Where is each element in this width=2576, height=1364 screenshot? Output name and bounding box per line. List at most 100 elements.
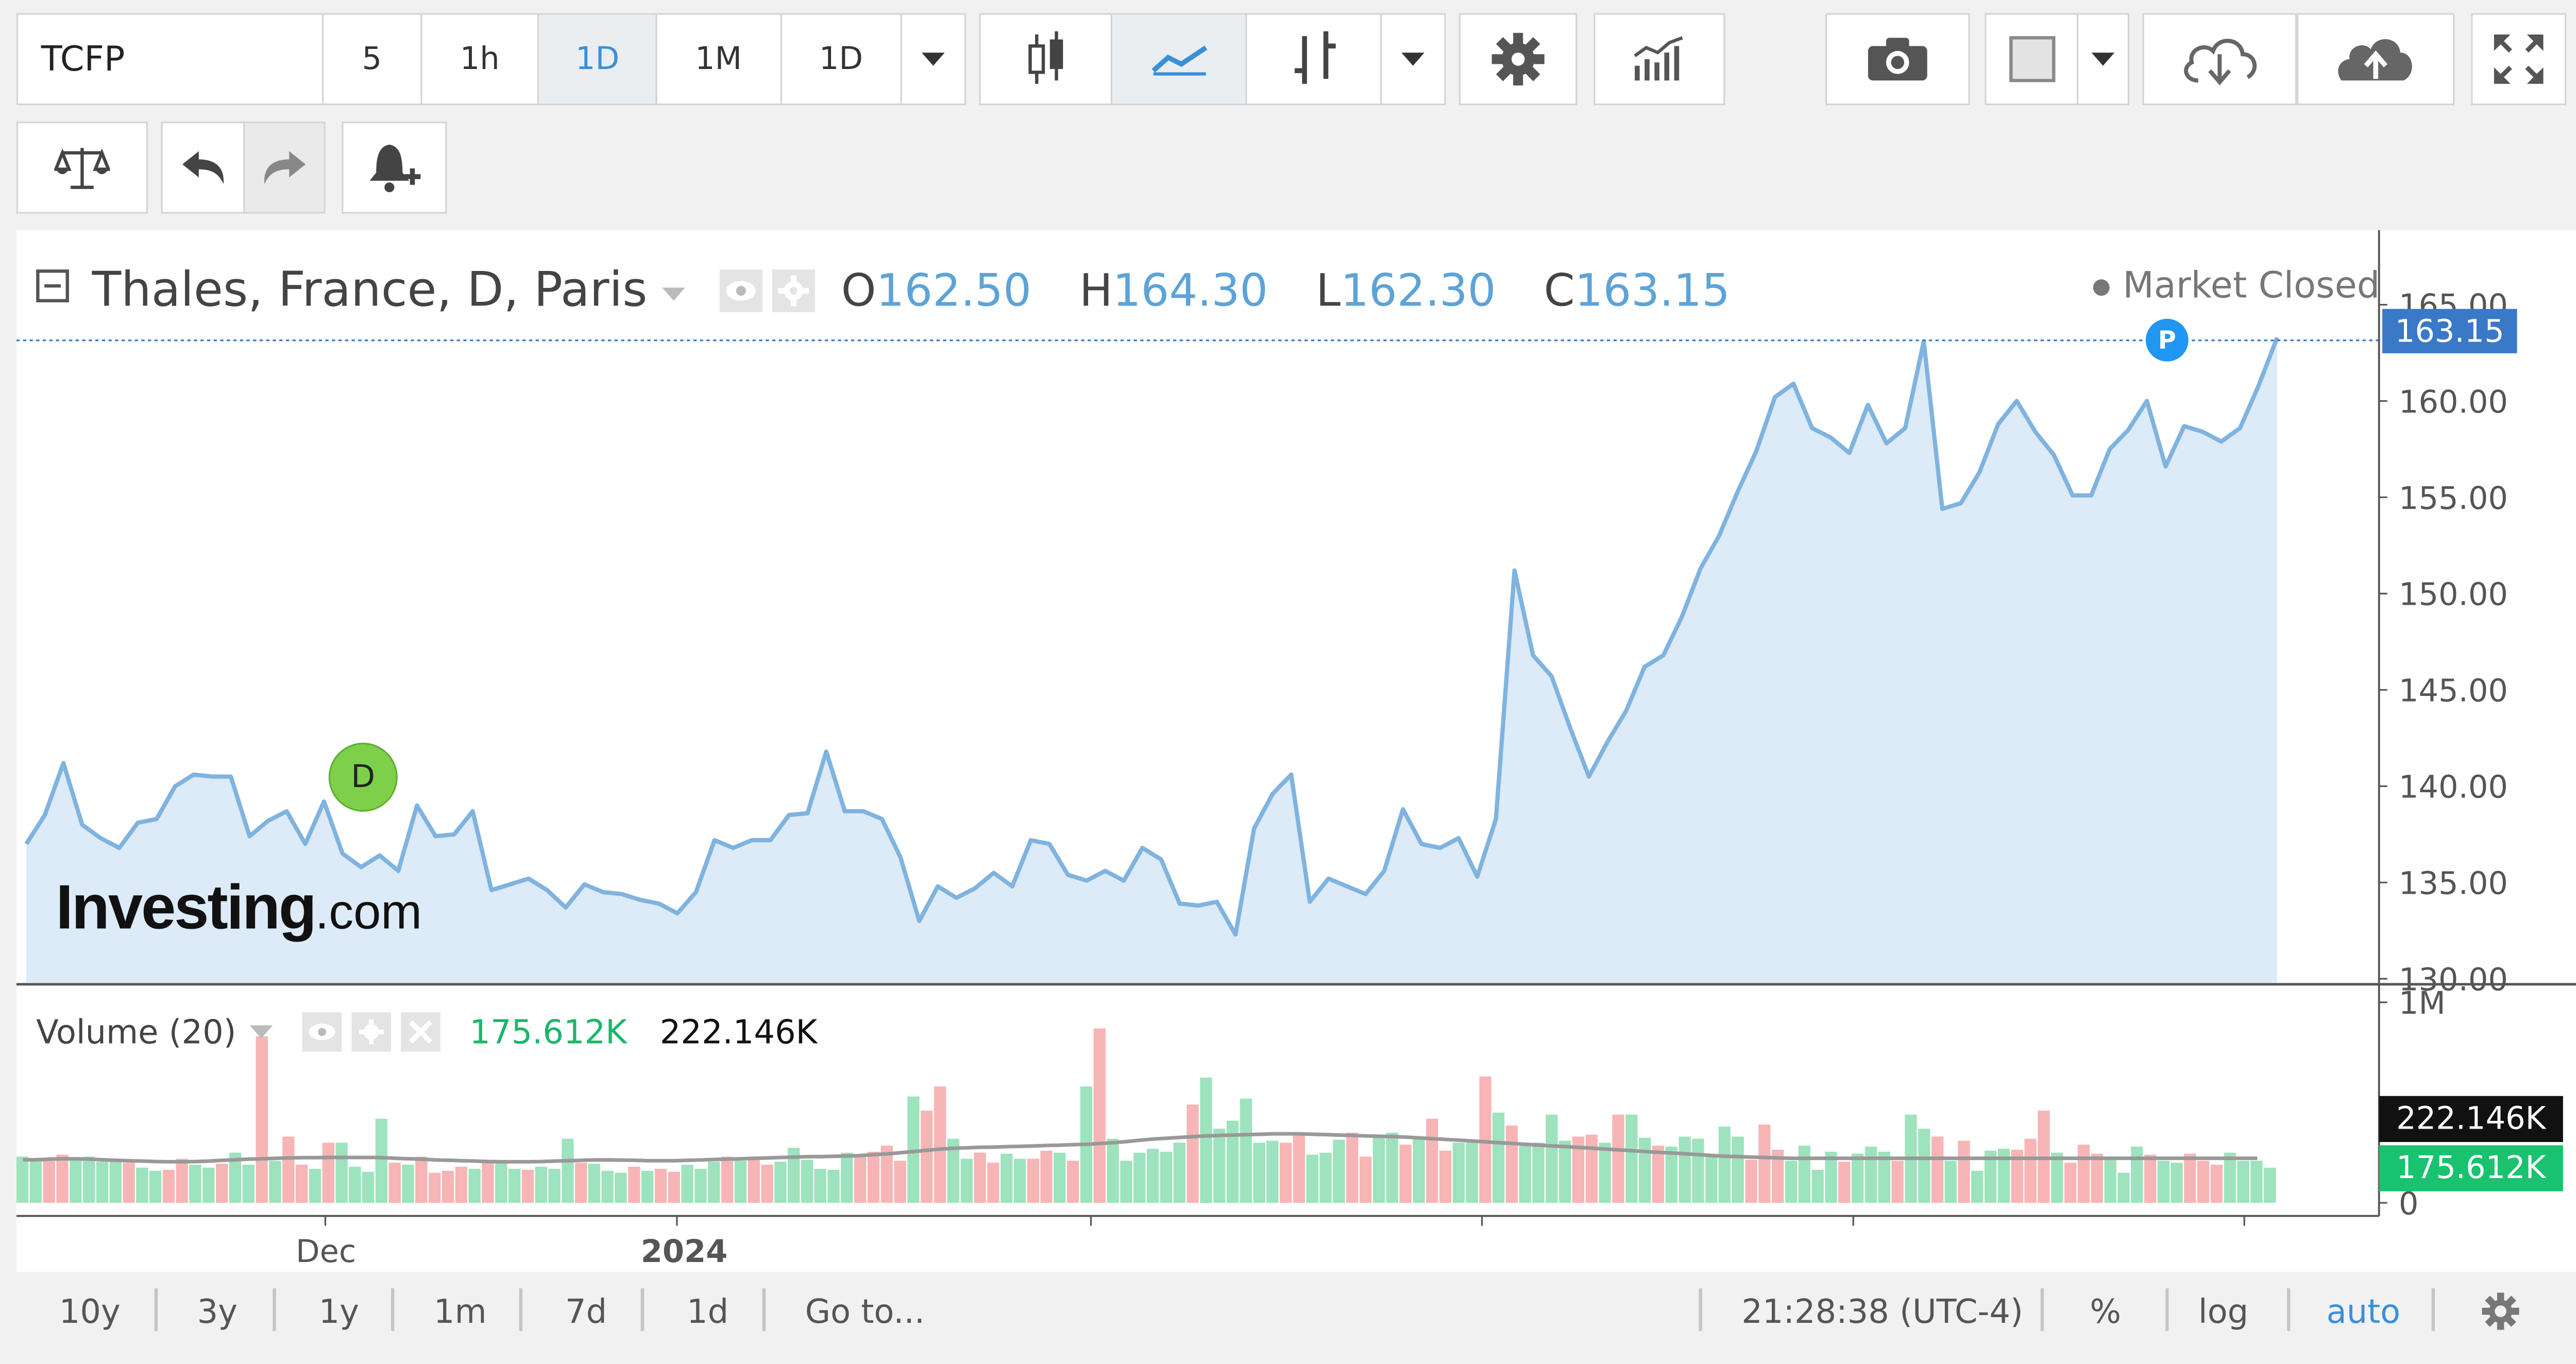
undo-button[interactable] — [163, 123, 245, 212]
market-status: Market Closed — [2093, 266, 2380, 308]
volume-bar — [388, 1163, 401, 1203]
volume-bar — [588, 1164, 600, 1203]
open-value: 162.50 — [876, 266, 1031, 317]
color-swatch-button[interactable] — [1987, 14, 2079, 104]
redo-icon — [264, 151, 306, 184]
volume-bar — [601, 1170, 614, 1203]
volume-bar — [1027, 1158, 1040, 1203]
volume-bar — [1625, 1114, 1638, 1203]
volume-bar — [362, 1171, 375, 1203]
save-chart-button[interactable] — [2297, 13, 2455, 106]
line-chart-button[interactable] — [1112, 14, 1247, 104]
candlestick-button[interactable] — [981, 14, 1112, 104]
volume-bar — [1798, 1146, 1810, 1203]
close-label: C — [1544, 266, 1575, 317]
chevron-down-icon[interactable] — [249, 1025, 273, 1039]
volume-bar — [654, 1169, 667, 1203]
volume-bar — [1944, 1161, 1957, 1203]
volume-bar — [1479, 1076, 1492, 1203]
range-1m[interactable]: 1m — [434, 1291, 487, 1331]
interval-1d-alt[interactable]: 1D — [782, 14, 903, 104]
interval-1d[interactable]: 1D — [539, 14, 657, 104]
chart-canvas[interactable]: 165.00160.00155.00150.00145.00140.00135.… — [16, 230, 2576, 1272]
volume-bar — [761, 1165, 773, 1203]
range-10y[interactable]: 10y — [59, 1291, 121, 1331]
high-label: H — [1079, 266, 1113, 317]
volume-bar — [2077, 1145, 2090, 1203]
series-title[interactable]: Thales, France, D, Paris — [92, 261, 648, 317]
bar-chart-button[interactable] — [1247, 14, 1382, 104]
redo-button[interactable] — [245, 123, 324, 212]
volume-bar — [2104, 1158, 2116, 1203]
add-alert-button[interactable] — [342, 122, 447, 214]
compare-button[interactable] — [16, 122, 148, 214]
volume-title[interactable]: Volume (20) — [36, 1012, 236, 1052]
scales-icon — [54, 148, 110, 189]
fullscreen-button[interactable] — [2471, 13, 2567, 106]
volume-bar — [1226, 1120, 1239, 1203]
volume-bar — [1546, 1114, 1558, 1203]
volume-remove-icon[interactable] — [400, 1012, 440, 1052]
goto-button[interactable]: Go to... — [805, 1291, 925, 1331]
dividend-marker[interactable]: D — [328, 742, 398, 812]
range-3y[interactable]: 3y — [197, 1291, 238, 1331]
log-toggle[interactable]: log — [2198, 1291, 2248, 1331]
volume-bar — [1266, 1140, 1279, 1203]
chevron-down-icon[interactable] — [662, 287, 685, 301]
dividend-marker-label: D — [351, 759, 376, 795]
volume-value: 175.612K — [469, 1012, 628, 1052]
investing-logo: Investing.com — [56, 874, 422, 945]
undo-icon — [181, 151, 223, 184]
auto-toggle[interactable]: auto — [2327, 1291, 2401, 1331]
gear-icon[interactable] — [2481, 1291, 2520, 1331]
screenshot-button[interactable] — [1825, 13, 1970, 106]
volume-bar — [934, 1086, 946, 1203]
settings-button[interactable] — [1459, 13, 1578, 106]
collapse-legend-icon[interactable] — [36, 269, 69, 302]
volume-bar — [2117, 1172, 2130, 1203]
symbol-input[interactable]: TCFP — [16, 13, 326, 106]
range-7d[interactable]: 7d — [565, 1291, 607, 1331]
indicators-button[interactable] — [1594, 13, 1725, 106]
add-alert-icon — [369, 144, 421, 193]
chevron-down-icon — [1401, 53, 1425, 66]
percent-toggle[interactable]: % — [2090, 1291, 2121, 1331]
high-value: 164.30 — [1112, 266, 1268, 317]
volume-bar — [748, 1160, 760, 1203]
toggle-visibility-icon[interactable] — [719, 269, 762, 313]
interval-1m[interactable]: 1M — [657, 14, 782, 104]
price-marker[interactable]: P — [2142, 315, 2192, 365]
volume-visibility-icon[interactable] — [302, 1012, 342, 1052]
chart-type-dropdown[interactable] — [1382, 15, 1444, 104]
series-settings-icon[interactable] — [772, 269, 815, 313]
volume-bar — [296, 1165, 308, 1203]
volume-bar — [2264, 1167, 2276, 1203]
load-chart-button[interactable] — [2142, 13, 2297, 106]
volume-tick-label: 1M — [2399, 985, 2446, 1021]
color-swatch-icon — [2008, 36, 2055, 82]
volume-bar — [1718, 1127, 1731, 1203]
candlestick-icon — [1027, 31, 1062, 84]
interval-dropdown[interactable] — [902, 15, 964, 104]
interval-5[interactable]: 5 — [324, 14, 422, 104]
volume-bar — [681, 1165, 693, 1203]
line-chart-icon — [1150, 45, 1207, 76]
volume-settings-icon[interactable] — [351, 1012, 391, 1052]
interval-1h[interactable]: 1h — [422, 14, 540, 104]
volume-bar — [1001, 1153, 1013, 1203]
volume-bar — [1346, 1132, 1359, 1203]
low-value: 162.30 — [1341, 266, 1496, 317]
volume-bar — [1054, 1152, 1066, 1203]
price-marker-label: P — [2158, 325, 2176, 355]
last-price-badge: 163.15 — [2382, 309, 2517, 353]
volume-bar — [2184, 1153, 2196, 1203]
chart-area[interactable]: 165.00 160.00 155.00 150.00 145.00 140.00 135.… — [16, 230, 2576, 1272]
volume-bar — [1319, 1152, 1332, 1203]
open-label: O — [841, 266, 876, 317]
range-1d[interactable]: 1d — [687, 1291, 728, 1331]
volume-bar — [2250, 1161, 2263, 1203]
volume-bar — [1679, 1136, 1691, 1203]
color-dropdown[interactable] — [2078, 15, 2128, 104]
volume-bar — [322, 1143, 334, 1203]
range-1y[interactable]: 1y — [319, 1291, 359, 1331]
